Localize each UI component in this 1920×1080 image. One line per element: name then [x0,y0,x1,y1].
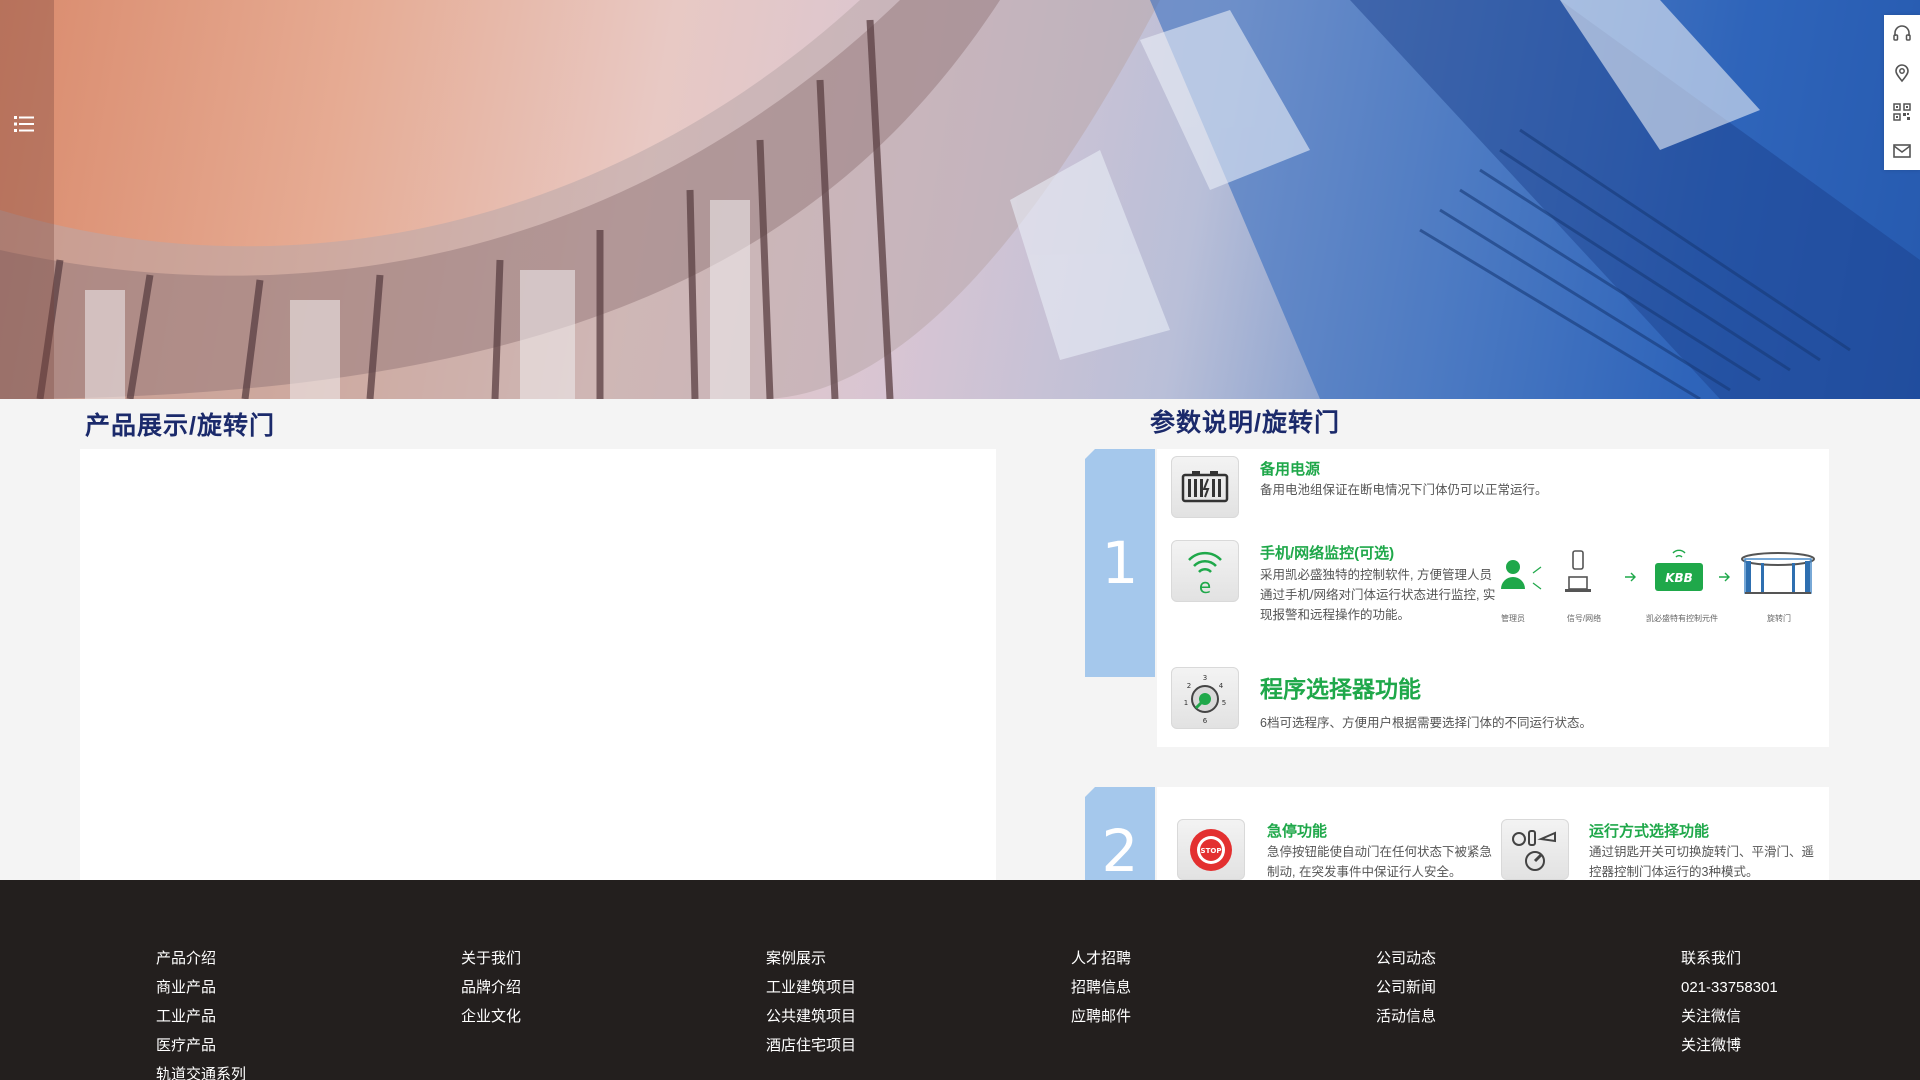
mode-switch-icon [1501,819,1569,880]
footer-link[interactable]: 案例展示 [766,944,966,973]
building-photo [0,0,1920,399]
footer-column-news: 公司动态 公司新闻 活动信息 [1376,944,1576,1031]
svg-text:e: e [1199,574,1211,596]
footer-link[interactable]: 轨道交通系列 [156,1060,356,1080]
footer-link[interactable]: 关于我们 [461,944,661,973]
footer-link[interactable]: 产品介绍 [156,944,356,973]
mail-icon[interactable] [1884,132,1920,170]
footer-link[interactable]: 公司动态 [1376,944,1576,973]
feature-title: 程序选择器功能 [1260,676,1421,702]
footer-link[interactable]: 联系我们 [1681,944,1881,973]
headset-icon[interactable] [1884,15,1920,53]
diagram-label: 旋转门 [1767,614,1791,623]
footer-link[interactable]: 招聘信息 [1071,973,1271,1002]
diagram-label: 管理员 [1501,614,1525,623]
product-display-panel [80,449,996,880]
feature-desc: 备用电池组保证在断电情况下门体仍可以正常运行。 [1260,483,1548,497]
svg-text:1: 1 [1184,699,1188,707]
svg-text:5: 5 [1222,699,1226,707]
footer-phone: 021-33758301 [1681,979,1778,996]
footer-link[interactable]: 医疗产品 [156,1031,356,1060]
footer-column-careers: 人才招聘 招聘信息 应聘邮件 [1071,944,1271,1031]
card-number-badge: 2 [1085,787,1155,885]
footer-link[interactable]: 关注微信 [1681,1002,1881,1031]
svg-text:4: 4 [1219,682,1224,690]
diagram-label: 信号/网络 [1566,614,1602,623]
feature-title: 运行方式选择功能 [1589,823,1710,840]
params-card-2: STOP 急停功能 急停按钮能使自动门在任何状态下被紧急制动, 在突发事件中保证… [1157,787,1829,880]
side-menu-toggle[interactable] [0,0,54,399]
stop-button-icon: STOP [1177,819,1245,880]
footer-link[interactable]: 公司新闻 [1376,973,1576,1002]
footer-link[interactable]: 酒店住宅项目 [766,1031,966,1060]
battery-icon [1171,456,1239,518]
site-footer: 产品介绍 商业产品 工业产品 医疗产品 轨道交通系列 关于我们 品牌介绍 企业文… [0,880,1920,1080]
footer-link[interactable]: 活动信息 [1376,1002,1576,1031]
dial-selector-icon: 3 2 4 1 5 6 [1171,667,1239,729]
footer-link[interactable]: 公共建筑项目 [766,1002,966,1031]
feature-desc: 急停按钮能使自动门在任何状态下被紧急制动, 在突发事件中保证行人安全。 [1267,845,1493,879]
diagram-label: 凯必盛特有控制元件 [1646,614,1718,623]
svg-text:2: 2 [1187,682,1191,690]
hero-banner [0,0,1920,399]
footer-column-about: 关于我们 品牌介绍 企业文化 [461,944,661,1031]
floating-toolbar [1884,15,1920,170]
footer-link[interactable]: 工业建筑项目 [766,973,966,1002]
footer-link[interactable]: 品牌介绍 [461,973,661,1002]
footer-link[interactable]: 企业文化 [461,1002,661,1031]
kbb-logo: KBB [1665,571,1693,585]
footer-link[interactable]: 应聘邮件 [1071,1002,1271,1031]
svg-text:STOP: STOP [1201,847,1222,855]
list-menu-icon[interactable] [14,115,36,133]
feature-title: 急停功能 [1267,823,1328,840]
params-section-title: 参数说明/旋转门 [1150,409,1340,437]
svg-text:6: 6 [1203,717,1208,725]
location-pin-icon[interactable] [1884,54,1920,92]
product-section-title: 产品展示/旋转门 [85,412,275,440]
footer-link[interactable]: 商业产品 [156,973,356,1002]
feature-desc: 6档可选程序、方便用户根据需要选择门体的不同运行状态。 [1260,716,1592,730]
qr-code-icon[interactable] [1884,93,1920,131]
footer-link[interactable]: 工业产品 [156,1002,356,1031]
footer-link[interactable]: 关注微博 [1681,1031,1881,1060]
footer-column-contact: 联系我们 021-33758301 关注微信 关注微博 [1681,944,1881,1060]
footer-column-products: 产品介绍 商业产品 工业产品 医疗产品 轨道交通系列 [156,944,356,1080]
wifi-e-icon: e [1171,540,1239,602]
feature-title: 手机/网络监控(可选) [1260,545,1395,562]
footer-link[interactable]: 人才招聘 [1071,944,1271,973]
feature-desc: 通过钥匙开关可切换旋转门、平滑门、遥控器控制门体运行的3种模式。 [1589,845,1815,879]
feature-title: 备用电源 [1260,461,1321,478]
feature-desc: 采用凯必盛独特的控制软件, 方便管理人员通过手机/网络对门体运行状态进行监控, … [1260,568,1496,622]
footer-column-cases: 案例展示 工业建筑项目 公共建筑项目 酒店住宅项目 [766,944,966,1060]
card-number-badge: 1 [1085,449,1155,677]
svg-text:3: 3 [1203,674,1207,682]
params-card-1: 备用电源 备用电池组保证在断电情况下门体仍可以正常运行。 e 手机/网络监控(可… [1157,449,1829,747]
